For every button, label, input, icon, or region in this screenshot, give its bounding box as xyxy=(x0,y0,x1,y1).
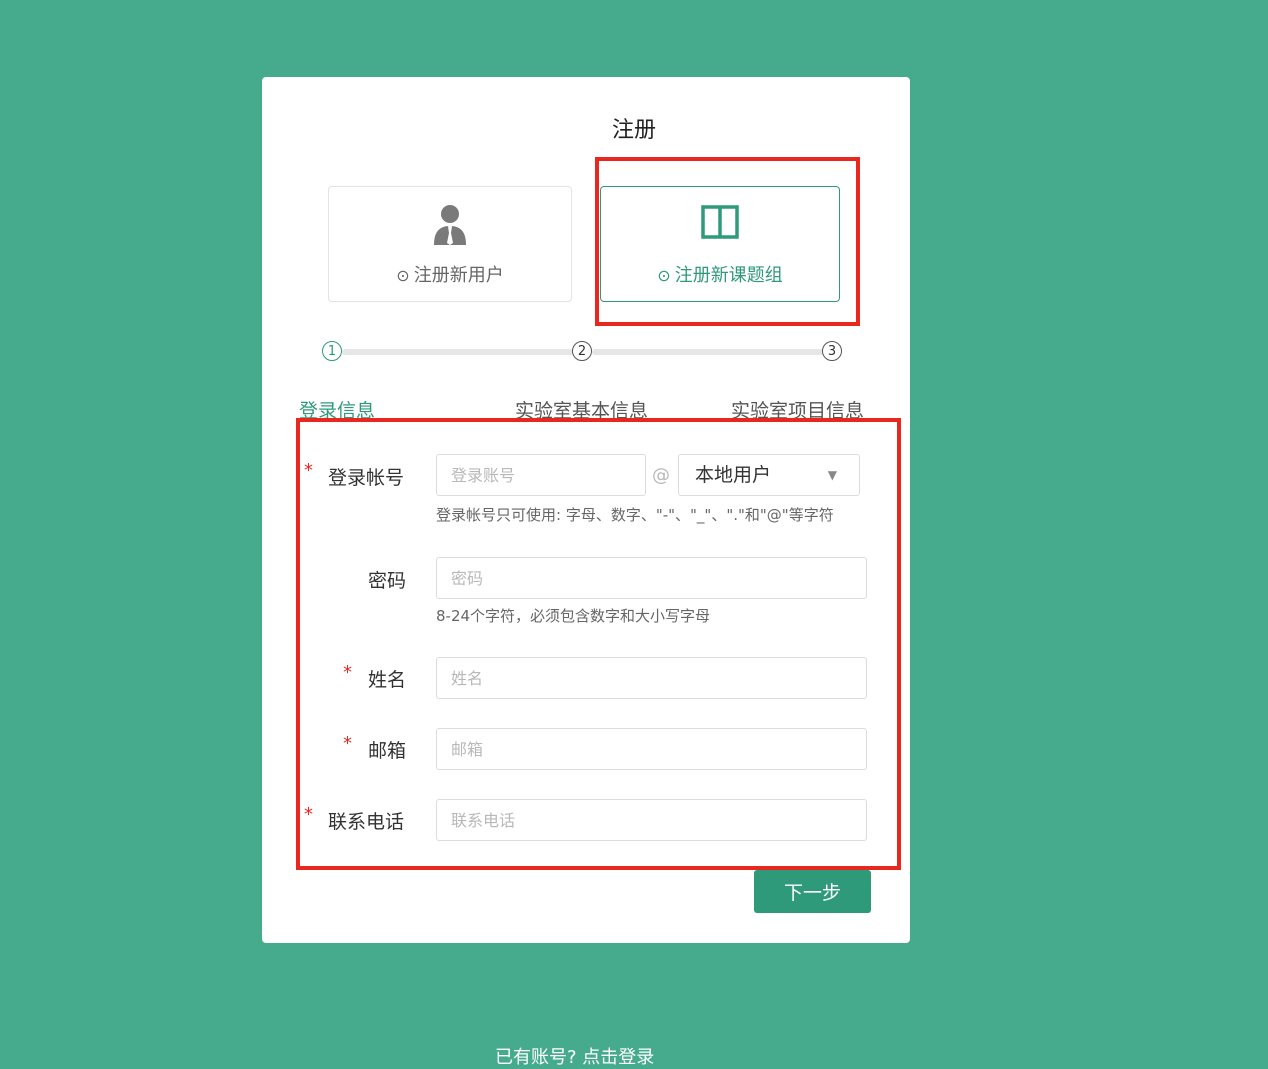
email-label: 邮箱 xyxy=(368,740,407,762)
register-type-label: 注册新课题组 xyxy=(674,265,783,286)
register-type-user[interactable]: ⊙ 注册新用户 xyxy=(328,186,572,302)
register-type-label: 注册新用户 xyxy=(413,265,504,286)
phone-input[interactable] xyxy=(436,799,867,841)
account-hint: 登录帐号只可使用: 字母、数字、"-"、"_"、"."和"@"等字符 xyxy=(436,506,834,524)
book-icon xyxy=(601,203,839,245)
step-3-number: 3 xyxy=(822,341,842,361)
required-marker: * xyxy=(304,804,313,825)
check-circle-icon: ⊙ xyxy=(657,266,671,285)
step-connector xyxy=(592,349,824,355)
login-link[interactable]: 已有账号? 点击登录 xyxy=(495,1043,654,1069)
required-marker: * xyxy=(343,733,352,754)
check-circle-icon: ⊙ xyxy=(396,266,410,285)
name-label: 姓名 xyxy=(368,669,407,691)
step-3-title: 实验室项目信息 xyxy=(731,400,865,422)
account-input[interactable] xyxy=(436,454,646,496)
chevron-down-icon: ▼ xyxy=(827,468,837,482)
account-domain-value: 本地用户 xyxy=(695,464,772,486)
password-input[interactable] xyxy=(436,557,867,599)
required-marker: * xyxy=(304,460,313,481)
phone-label: 联系电话 xyxy=(328,811,405,833)
user-icon xyxy=(329,203,571,245)
step-2-title: 实验室基本信息 xyxy=(515,400,649,422)
page-title: 注册 xyxy=(611,118,656,143)
step-1-number: 1 xyxy=(322,341,342,361)
account-label: 登录帐号 xyxy=(328,467,405,489)
account-domain-select[interactable]: 本地用户 ▼ xyxy=(678,454,860,496)
step-connector xyxy=(342,349,574,355)
password-hint: 8-24个字符，必须包含数字和大小写字母 xyxy=(436,607,711,625)
step-2-number: 2 xyxy=(572,341,592,361)
register-type-group[interactable]: ⊙ 注册新课题组 xyxy=(600,186,840,302)
password-label: 密码 xyxy=(368,570,407,592)
next-step-button[interactable]: 下一步 xyxy=(754,870,871,913)
step-1-title: 登录信息 xyxy=(299,400,376,422)
email-input[interactable] xyxy=(436,728,867,770)
name-input[interactable] xyxy=(436,657,867,699)
at-symbol: @ xyxy=(652,465,670,486)
required-marker: * xyxy=(343,662,352,683)
